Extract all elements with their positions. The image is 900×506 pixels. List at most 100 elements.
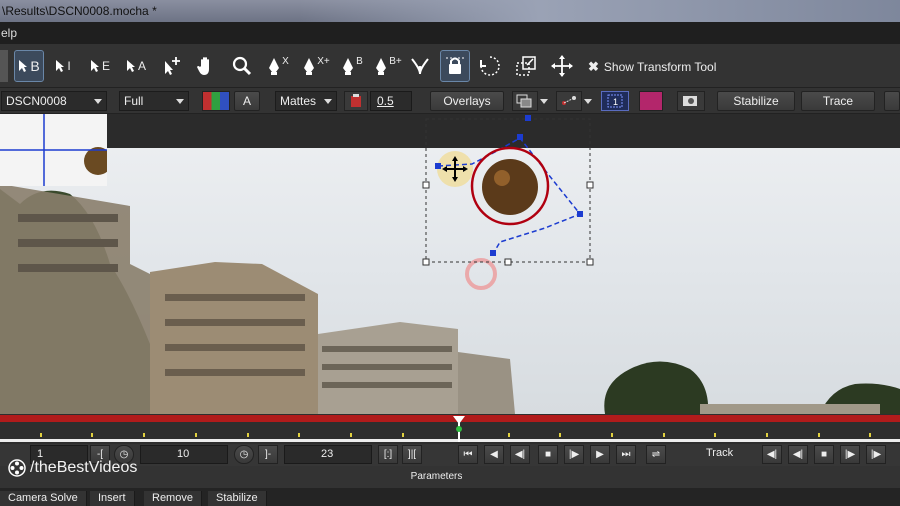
matte-color-swatch[interactable] bbox=[639, 91, 663, 111]
pen-icon bbox=[376, 58, 387, 75]
zoom-timeline-out-button[interactable]: ]|[ bbox=[402, 445, 422, 464]
chevron-down-icon[interactable] bbox=[540, 99, 548, 104]
skip-end-icon: ⏭ bbox=[621, 449, 631, 460]
timeline-ticks bbox=[40, 433, 871, 437]
last-frame-button[interactable]: ⏭ bbox=[616, 445, 636, 464]
scale-icon bbox=[516, 56, 536, 76]
stop-button[interactable]: ■ bbox=[538, 445, 558, 464]
pen-tool-x[interactable]: X bbox=[264, 50, 292, 82]
menu-item-help[interactable]: elp bbox=[1, 26, 17, 40]
move-icon bbox=[551, 55, 573, 77]
viewer-canvas[interactable] bbox=[0, 114, 900, 414]
stabilize-label: Stabilize bbox=[733, 94, 779, 108]
view-mode-value: Full bbox=[124, 94, 144, 108]
rotate-icon bbox=[480, 56, 500, 76]
select-tool-i[interactable]: I bbox=[52, 50, 74, 82]
tracking-overlay[interactable] bbox=[0, 114, 900, 414]
scale-tool[interactable] bbox=[512, 50, 540, 82]
select-tool-a[interactable]: A bbox=[124, 50, 148, 82]
pen-icon bbox=[304, 58, 315, 75]
set-out-point-button[interactable]: ]- bbox=[258, 445, 278, 464]
loop-button[interactable]: ⇌ bbox=[646, 445, 666, 464]
join-tool[interactable] bbox=[408, 50, 432, 82]
track-stop-button[interactable]: ■ bbox=[814, 445, 834, 464]
mattes-dropdown[interactable]: Mattes bbox=[275, 91, 337, 111]
in-frame-field[interactable]: 10 bbox=[140, 445, 228, 464]
snapshot-button[interactable] bbox=[677, 91, 705, 111]
layer-overlay-button[interactable] bbox=[512, 91, 538, 111]
view-mode-dropdown[interactable]: Full bbox=[119, 91, 189, 111]
overlays-button[interactable]: Overlays bbox=[430, 91, 504, 111]
timeline-track bbox=[0, 439, 900, 442]
pen-tool-b[interactable]: B bbox=[338, 50, 366, 82]
clip-dropdown[interactable]: DSCN0008 bbox=[1, 91, 107, 111]
overlays-label: Overlays bbox=[443, 94, 491, 108]
step-forward-button[interactable]: |▶ bbox=[564, 445, 584, 464]
chevron-down-icon bbox=[324, 99, 332, 104]
matte-icon bbox=[351, 94, 361, 107]
track-backward-button[interactable]: ◀| bbox=[762, 445, 782, 464]
rgb-channel-button[interactable] bbox=[202, 91, 230, 111]
alpha-channel-button[interactable]: A bbox=[234, 91, 260, 111]
tool-label: X+ bbox=[317, 55, 330, 67]
timeline[interactable] bbox=[0, 414, 900, 444]
step-back-button[interactable]: ◀| bbox=[510, 445, 530, 464]
tab-camera-solve[interactable]: Camera Solve bbox=[0, 491, 87, 506]
pointer-icon bbox=[126, 60, 135, 72]
zoom-tool[interactable] bbox=[230, 50, 254, 82]
pointer-icon bbox=[19, 60, 28, 72]
trace-label: Trace bbox=[822, 94, 854, 108]
step-back-icon: ◀| bbox=[514, 449, 526, 460]
opacity-field[interactable]: 0.5 bbox=[370, 91, 412, 111]
out-frame-field[interactable]: 23 bbox=[284, 445, 372, 464]
matte-opacity-button[interactable] bbox=[344, 91, 368, 111]
select-tool-b[interactable]: B bbox=[14, 50, 44, 82]
play-forward-button[interactable]: ▶ bbox=[590, 445, 610, 464]
magnifier-icon bbox=[232, 56, 252, 76]
origin-marker[interactable] bbox=[465, 258, 497, 290]
timeline-ruler[interactable] bbox=[0, 414, 900, 444]
tab-insert[interactable]: Insert bbox=[90, 491, 135, 506]
track-forward-button[interactable]: |▶ bbox=[866, 445, 886, 464]
surface-icon: 1 bbox=[607, 94, 623, 108]
track-step-forward-button[interactable]: |▶ bbox=[840, 445, 860, 464]
rotate-tool[interactable] bbox=[476, 50, 504, 82]
menu-bar: elp bbox=[0, 22, 900, 44]
spline-overlay-button[interactable] bbox=[556, 91, 582, 111]
title-bar: \Results\DSCN0008.mocha * bbox=[0, 0, 900, 22]
play-backward-button[interactable]: ◀ bbox=[484, 445, 504, 464]
clock-icon: ◷ bbox=[239, 449, 249, 460]
tab-remove[interactable]: Remove bbox=[144, 491, 202, 506]
tab-stabilize[interactable]: Stabilize bbox=[208, 491, 267, 506]
zoom-timeline-in-button[interactable]: [:] bbox=[378, 445, 398, 464]
trace-button[interactable]: Trace bbox=[801, 91, 875, 111]
show-transform-toggle[interactable]: ✖ Show Transform Tool bbox=[588, 58, 716, 76]
watermark: /theBestVideos bbox=[8, 459, 137, 477]
pen-tool-b-plus[interactable]: B+ bbox=[372, 50, 404, 82]
tool-label: E bbox=[101, 59, 110, 73]
film-reel-icon bbox=[8, 459, 26, 477]
add-point-icon bbox=[165, 57, 180, 75]
lock-tool[interactable] bbox=[440, 50, 470, 82]
pen-icon bbox=[269, 58, 280, 75]
pen-tool-x-plus[interactable]: X+ bbox=[300, 50, 332, 82]
title-bar-background bbox=[300, 0, 900, 22]
track-step-back-button[interactable]: ◀| bbox=[788, 445, 808, 464]
pan-tool[interactable] bbox=[194, 50, 218, 82]
go-to-out-button[interactable]: ◷ bbox=[234, 445, 254, 464]
add-point-tool[interactable] bbox=[160, 50, 184, 82]
ball-highlight bbox=[494, 170, 510, 186]
chevron-down-icon[interactable] bbox=[584, 99, 592, 104]
surface-button[interactable]: 1 bbox=[601, 91, 629, 111]
select-tool-e[interactable]: E bbox=[88, 50, 112, 82]
step-forward-icon: |▶ bbox=[844, 449, 856, 460]
tools-toolbar: B I E A X X+ B B+ bbox=[0, 44, 900, 88]
stabilize-button[interactable]: Stabilize bbox=[717, 91, 795, 111]
toolbar-edge bbox=[0, 50, 8, 82]
tool-label: B bbox=[30, 58, 40, 74]
track-backward-icon: ◀| bbox=[766, 449, 778, 460]
more-button[interactable] bbox=[884, 91, 900, 111]
keyframe-marker[interactable] bbox=[456, 426, 462, 432]
first-frame-button[interactable]: ⏮ bbox=[458, 445, 478, 464]
move-tool[interactable] bbox=[548, 50, 576, 82]
